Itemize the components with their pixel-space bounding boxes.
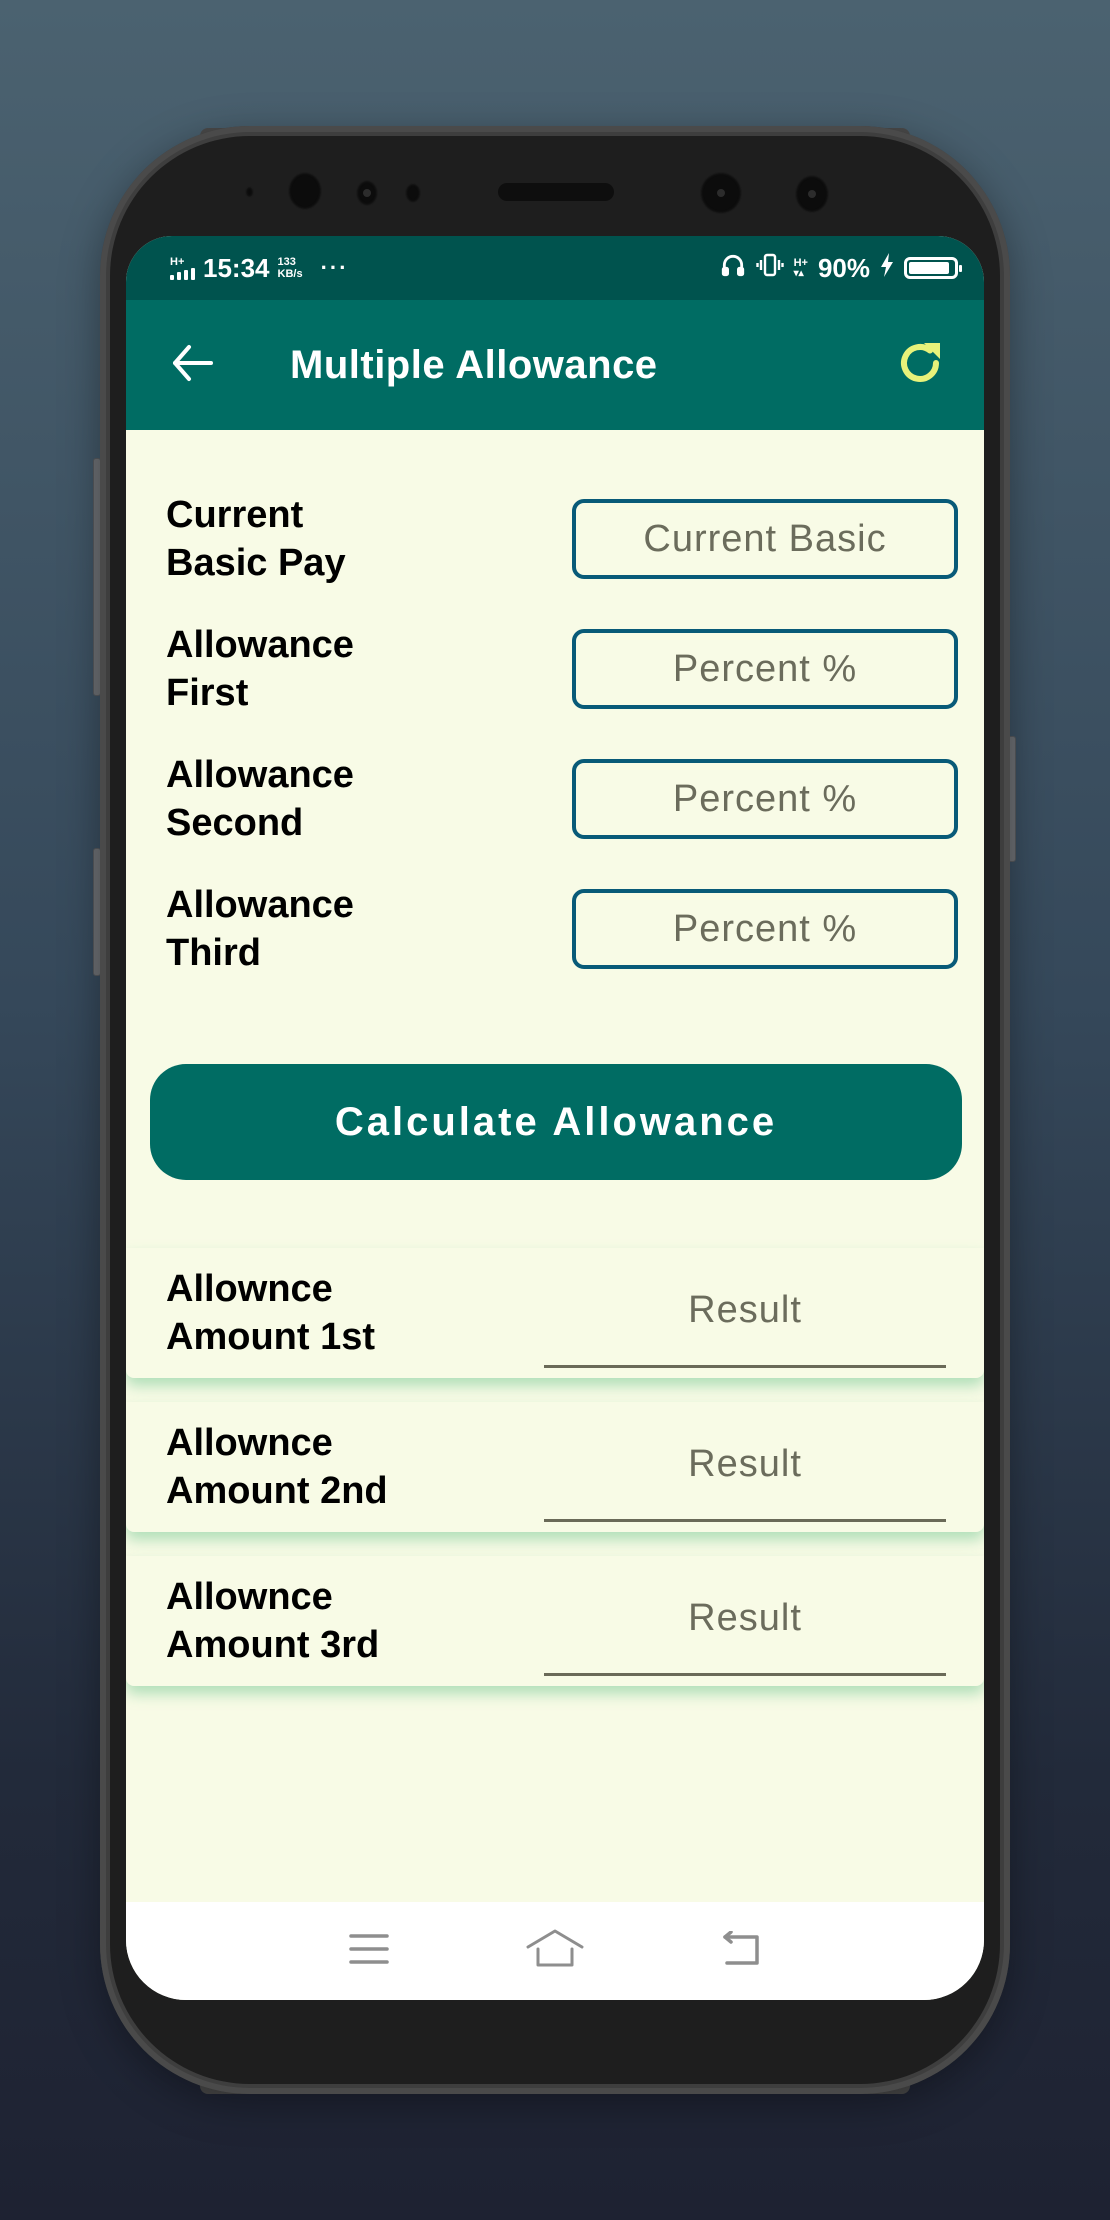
more-notifications-icon: ··· bbox=[320, 255, 349, 280]
result-placeholder: Result bbox=[688, 1597, 802, 1639]
status-bar: H+ 15:34 133 KB/s ··· H+ ▾▴ 90% bbox=[126, 236, 984, 300]
charging-icon bbox=[880, 252, 894, 284]
earpiece-speaker bbox=[498, 183, 614, 201]
current-basic-input[interactable] bbox=[572, 499, 958, 579]
signal-icon: H+ bbox=[170, 255, 195, 280]
page-title: Multiple Allowance bbox=[290, 342, 658, 387]
allowance-first-input[interactable] bbox=[572, 629, 958, 709]
phone-screen: H+ 15:34 133 KB/s ··· H+ ▾▴ 90% Multiple… bbox=[126, 236, 984, 2000]
refresh-button[interactable] bbox=[892, 337, 948, 393]
current-basic-pay-label: Current Basic Pay bbox=[166, 494, 346, 584]
allowance-first-label: Allowance First bbox=[166, 624, 354, 714]
proximity-sensor bbox=[245, 186, 254, 198]
form-row-allowance-first: Allowance First bbox=[166, 604, 958, 734]
nav-home-button[interactable] bbox=[525, 1926, 585, 1976]
front-camera bbox=[700, 172, 742, 214]
led-sensor bbox=[405, 183, 421, 203]
battery-percent: 90% bbox=[817, 252, 870, 283]
form-row-current-basic-pay: Current Basic Pay bbox=[166, 474, 958, 604]
form-row-allowance-third: Allowance Third bbox=[166, 864, 958, 994]
form-content: Current Basic Pay Allowance First Allowa… bbox=[126, 430, 984, 1180]
battery-level bbox=[909, 262, 949, 274]
result-placeholder: Result bbox=[688, 1289, 802, 1331]
data-speed-value: 133 bbox=[277, 256, 296, 268]
result-field-1st[interactable]: Result bbox=[544, 1278, 946, 1368]
results-list: Allownce Amount 1st Result Allownce Amou… bbox=[126, 1248, 984, 1686]
nav-menu-button[interactable] bbox=[339, 1926, 399, 1976]
ambient-sensor bbox=[356, 180, 378, 206]
network-type: H+ bbox=[170, 255, 185, 268]
headphones-icon bbox=[720, 252, 746, 285]
allowance-second-label: Allowance Second bbox=[166, 754, 354, 844]
result-field-3rd[interactable]: Result bbox=[544, 1586, 946, 1676]
menu-icon bbox=[348, 1932, 390, 1971]
allowance-second-input[interactable] bbox=[572, 759, 958, 839]
mobile-data-icon: H+ ▾▴ bbox=[793, 256, 808, 279]
nav-back-button[interactable] bbox=[711, 1926, 771, 1976]
form-row-allowance-second: Allowance Second bbox=[166, 734, 958, 864]
mobile-data-type: H+ bbox=[793, 256, 808, 269]
result-card-3rd: Allownce Amount 3rd Result bbox=[126, 1556, 984, 1686]
data-speed-unit: KB/s bbox=[277, 268, 303, 280]
vibrate-icon bbox=[755, 252, 784, 285]
front-sensor bbox=[288, 172, 322, 210]
result-placeholder: Result bbox=[688, 1443, 802, 1485]
allowance-amount-3rd-label: Allownce Amount 3rd bbox=[166, 1576, 380, 1666]
status-time: 15:34 bbox=[203, 252, 270, 283]
result-card-2nd: Allownce Amount 2nd Result bbox=[126, 1402, 984, 1532]
arrow-left-icon bbox=[171, 343, 215, 388]
refresh-icon bbox=[894, 337, 946, 394]
result-field-2nd[interactable]: Result bbox=[544, 1432, 946, 1522]
data-speed: 133 KB/s bbox=[278, 256, 303, 280]
battery-icon bbox=[904, 257, 962, 279]
back-icon bbox=[719, 1929, 763, 1972]
secondary-camera bbox=[795, 175, 829, 213]
allowance-amount-2nd-label: Allownce Amount 2nd bbox=[166, 1422, 388, 1512]
result-card-1st: Allownce Amount 1st Result bbox=[126, 1248, 984, 1378]
system-nav-bar bbox=[126, 1902, 984, 2000]
app-bar: Multiple Allowance bbox=[126, 300, 984, 430]
home-icon bbox=[526, 1929, 584, 1974]
calculate-allowance-button[interactable]: Calculate Allowance bbox=[150, 1064, 962, 1180]
back-button[interactable] bbox=[168, 340, 218, 390]
allowance-amount-1st-label: Allownce Amount 1st bbox=[166, 1268, 375, 1358]
allowance-third-label: Allowance Third bbox=[166, 884, 354, 974]
allowance-third-input[interactable] bbox=[572, 889, 958, 969]
